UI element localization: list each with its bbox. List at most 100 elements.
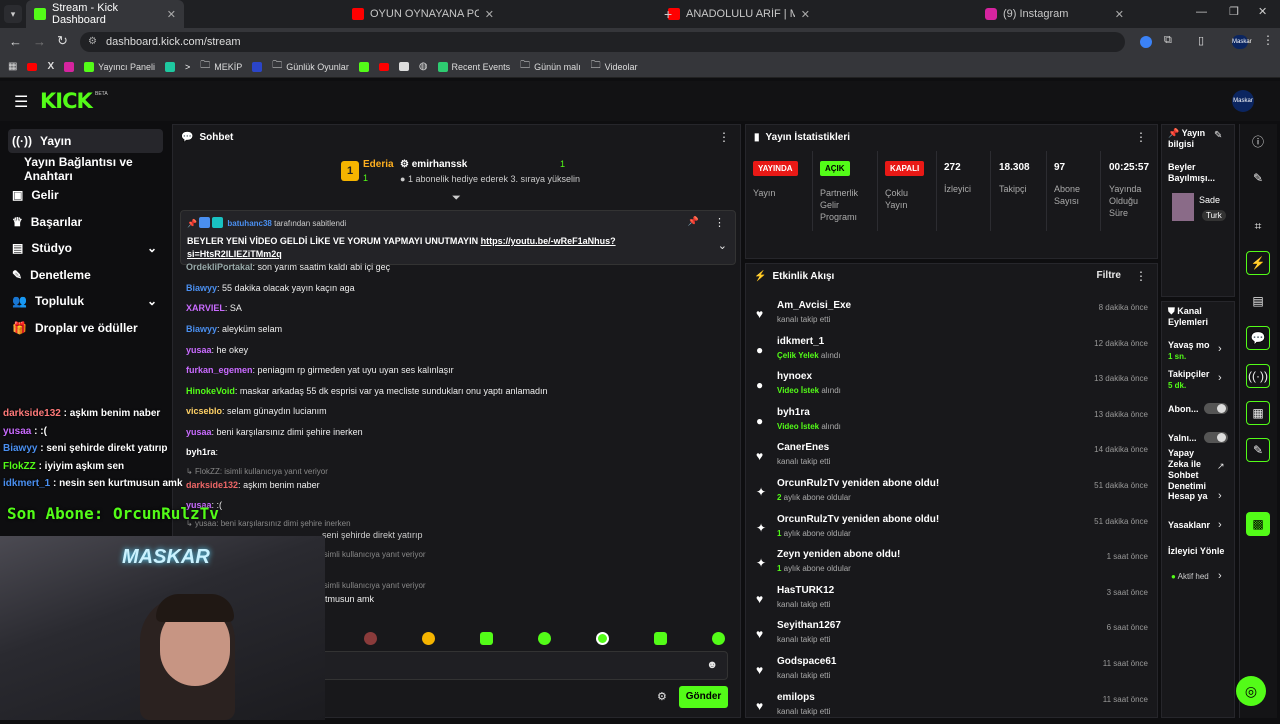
tab-instagram[interactable]: (9) Instagram ✕ — [977, 0, 1132, 28]
hamburger-menu-icon[interactable]: ☰ — [14, 92, 28, 112]
emote-only-toggle[interactable] — [1204, 432, 1228, 443]
close-tab-icon[interactable]: ✕ — [801, 8, 810, 21]
layout-tool-icon[interactable]: ▦ — [1246, 401, 1270, 425]
activity-item[interactable]: ♥ CanerEnes kanalı takip etti 14 dakika önc… — [756, 442, 1150, 474]
x-bookmark-icon[interactable]: X — [47, 61, 54, 72]
pinned-menu-icon[interactable]: ⋮ — [714, 216, 725, 229]
info-icon[interactable]: ⓘ — [1246, 129, 1270, 153]
close-tab-icon[interactable]: ✕ — [1115, 8, 1124, 21]
activity-item[interactable]: ● byh1ra Video İstek alındı 13 dakika önce — [756, 407, 1150, 439]
document-icon[interactable]: ▤ — [1246, 289, 1270, 313]
chat-username[interactable]: XARVIEL — [186, 303, 225, 313]
tab-youtube-1[interactable]: OYUN OYNAYANA POLİS BASKI ✕ — [344, 0, 502, 28]
activity-item[interactable]: ♥ Am_Avcisi_Exe kanalı takip etti 8 dakika … — [756, 300, 1150, 332]
activity-item[interactable]: ✦ OrcunRulzTv yeniden abone oldu! 2 aylık … — [756, 478, 1150, 510]
kick-bookmark-icon[interactable] — [358, 61, 369, 72]
chat-username[interactable]: HinokeVoid — [186, 386, 235, 396]
forward-icon[interactable]: → — [33, 34, 46, 49]
external-link-icon[interactable]: ↗ — [1217, 461, 1225, 472]
activity-item[interactable]: ✦ OrcunRulzTv yeniden abone oldu! 1 aylık … — [756, 514, 1150, 546]
clip-tool-icon[interactable]: ▩ — [1246, 512, 1270, 536]
chevron-right-icon[interactable]: › — [1218, 490, 1222, 502]
bookmark-gunun-mali[interactable]: 🗀 Günün malı — [520, 58, 581, 75]
play-bookmark-icon[interactable]: > — [185, 62, 190, 72]
activity-menu-icon[interactable]: ⋮ — [1135, 269, 1147, 283]
filter-button[interactable]: Filtre — [1097, 270, 1121, 281]
emote-icon[interactable] — [712, 632, 725, 645]
site-info-icon[interactable]: ⚙ — [88, 36, 97, 47]
tab-youtube-2[interactable]: ANADOLULU ARİF | Madara Oy ✕ — [660, 0, 818, 28]
sidebar-item-studyo[interactable]: ▤ Stüdyo ⌄ — [8, 236, 163, 260]
active-goal-row[interactable]: ● Aktif hed — [1171, 572, 1209, 581]
bookmark-mekip[interactable]: 🗀 MEKİP — [200, 58, 242, 75]
stats-menu-icon[interactable]: ⋮ — [1135, 130, 1147, 144]
reload-icon[interactable]: ↻ — [57, 33, 68, 49]
address-bar[interactable]: ⚙ dashboard.kick.com/stream — [80, 32, 1125, 52]
extension-icon[interactable] — [1140, 36, 1152, 48]
sidebar-item-droplar[interactable]: 🎁 Droplar ve ödüller — [8, 316, 163, 340]
kick-logo[interactable]: KICK — [40, 89, 93, 113]
activity-item[interactable]: ♥ emilops kanalı takip etti 11 saat önce — [756, 692, 1150, 724]
sidebar-item-stream-key[interactable]: Yayın Bağlantısı ve Anahtarı — [8, 155, 170, 183]
emote-icon[interactable] — [422, 632, 435, 645]
emote-icon[interactable] — [364, 632, 377, 645]
bookmark-videolar[interactable]: 🗀 Videolar — [591, 58, 638, 75]
image-bookmark-icon[interactable] — [398, 62, 409, 71]
sidebar-item-yayin[interactable]: ((·)) Yayın — [8, 129, 163, 153]
sidebar-item-gelir[interactable]: ▣ Gelir — [8, 183, 163, 207]
edit-pencil-icon[interactable]: ✎ — [1214, 130, 1222, 141]
bookmark-gunluk-oyunlar[interactable]: 🗀 Günlük Oyunlar — [272, 58, 349, 75]
activity-item[interactable]: ♥ Godspace61 kanalı takip etti 11 saat önce — [756, 656, 1150, 688]
close-window-icon[interactable]: ✕ — [1258, 5, 1267, 18]
side-panel-icon[interactable]: ▯ — [1198, 34, 1204, 47]
chevron-right-icon[interactable]: › — [1218, 570, 1222, 582]
sub-only-toggle[interactable] — [1204, 403, 1228, 414]
tab-list-icon[interactable]: ▾ — [4, 5, 22, 23]
app-bookmark-icon[interactable] — [165, 61, 175, 72]
extensions-puzzle-icon[interactable]: ⧉ — [1164, 34, 1172, 47]
apps-grid-icon[interactable]: ▦ — [8, 61, 17, 72]
broadcast-tool-icon[interactable]: ((·)) — [1246, 364, 1270, 388]
blue-bookmark-icon[interactable] — [252, 61, 263, 72]
expand-chevron-icon[interactable]: ⌄ — [718, 239, 727, 252]
emoji-picker-icon[interactable]: ☻ — [706, 659, 718, 671]
menu-kebab-icon[interactable]: ⋮ — [1262, 33, 1274, 47]
collapse-chevron-icon[interactable]: ⏷ — [452, 192, 461, 205]
chat-username[interactable]: vicseblo — [186, 406, 222, 416]
youtube-bookmark-icon[interactable] — [378, 62, 389, 71]
close-tab-icon[interactable]: ✕ — [167, 8, 176, 21]
pinned-by-user[interactable]: batuhanc38 — [227, 219, 271, 228]
chevron-right-icon[interactable]: › — [1218, 343, 1222, 355]
chat-username[interactable]: yusaa — [186, 345, 212, 355]
support-chat-icon[interactable]: ◎ — [1236, 676, 1266, 706]
chat-settings-gear-icon[interactable]: ⚙ — [657, 690, 667, 703]
chat-username[interactable]: Biawyy — [186, 324, 217, 334]
bolt-tool-icon[interactable]: ⚡ — [1246, 251, 1270, 275]
chat-username[interactable]: darkside132 — [186, 480, 238, 490]
activity-item[interactable]: ♥ Seyithan1267 kanalı takip etti 6 saat önc… — [756, 620, 1150, 652]
edit-icon[interactable]: ✎ — [1246, 166, 1270, 190]
chat-username[interactable]: furkan_egemen — [186, 365, 253, 375]
youtube-bookmark-icon[interactable] — [27, 62, 38, 71]
globe-bookmark-icon[interactable]: ◍ — [419, 61, 428, 72]
chat-username[interactable]: OrdekliPortakal — [186, 262, 253, 272]
sidebar-item-denetleme[interactable]: ✎ Denetleme — [8, 263, 163, 287]
gift-event-user[interactable]: ⚙ emirhanssk — [400, 159, 467, 170]
wrench-tool-icon[interactable]: ✎ — [1246, 438, 1270, 462]
chevron-right-icon[interactable]: › — [1218, 519, 1222, 531]
chevron-right-icon[interactable]: › — [1218, 372, 1222, 384]
tab-stream-kick[interactable]: Stream - Kick Dashboard ✕ — [26, 0, 184, 28]
crop-icon[interactable]: ⌗ — [1246, 214, 1270, 238]
bookmark-recent-events[interactable]: Recent Events — [437, 61, 510, 72]
emote-icon[interactable] — [654, 632, 667, 645]
chat-input[interactable]: ☻ — [320, 651, 728, 680]
activity-item[interactable]: ● hynoex Video İstek alındı 13 dakika önce — [756, 371, 1150, 403]
new-tab-icon[interactable]: + — [664, 6, 672, 22]
bookmark-yayinci-paneli[interactable]: Yayıncı Paneli — [84, 61, 155, 72]
chat-username[interactable]: Biawyy — [186, 283, 217, 293]
instagram-bookmark-icon[interactable] — [64, 61, 75, 72]
emote-icon[interactable] — [538, 632, 551, 645]
minimize-icon[interactable]: — — [1196, 6, 1207, 18]
chat-username[interactable]: yusaa — [186, 427, 212, 437]
restore-icon[interactable]: ❐ — [1229, 5, 1239, 18]
